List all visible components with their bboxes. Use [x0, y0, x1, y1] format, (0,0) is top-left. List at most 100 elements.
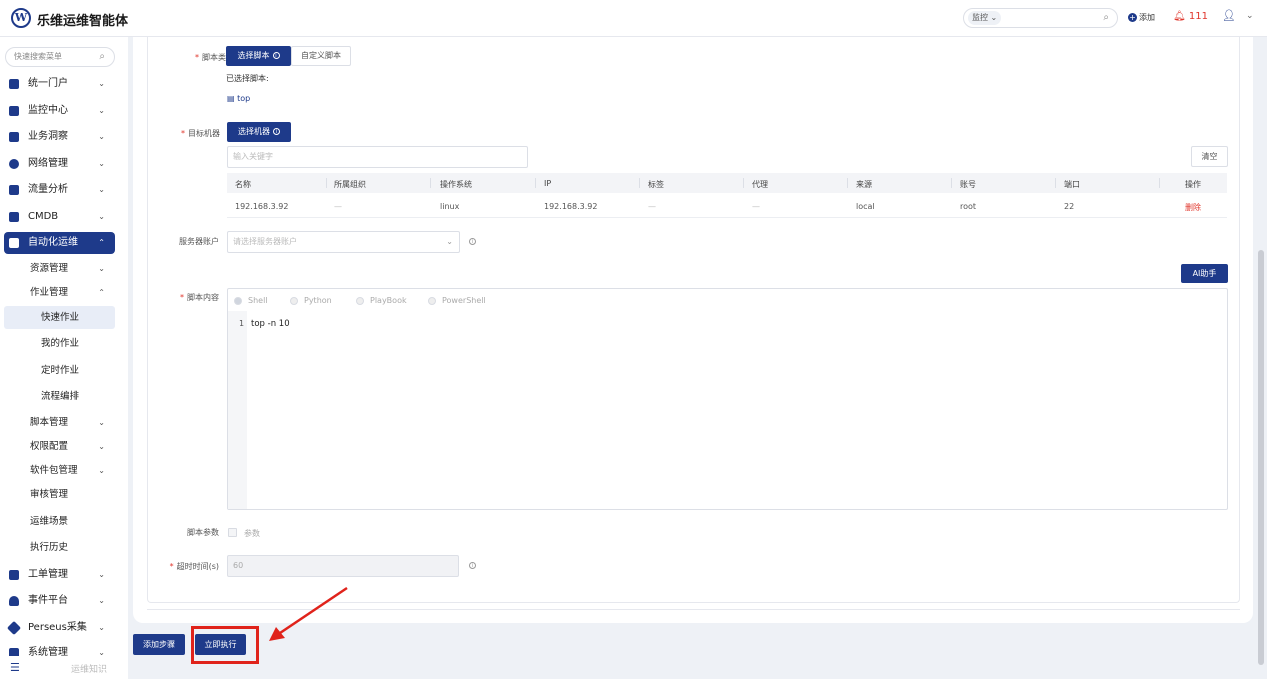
- clear-button[interactable]: 清空: [1191, 146, 1228, 167]
- keyword-input[interactable]: 输入关键字: [227, 146, 528, 168]
- table-row: 192.168.3.92 — linux 192.168.3.92 — — lo…: [227, 195, 1227, 218]
- script-params-label: 脚本参数: [187, 528, 219, 537]
- sidebar-item-label: 工单管理: [28, 569, 68, 580]
- sidebar-item-business[interactable]: 业务洞察 ⌄: [4, 126, 115, 148]
- sidebar-item-label: 自动化运维: [28, 237, 78, 248]
- chevron-down-icon: ⌄: [98, 466, 105, 475]
- sidebar-item-monitoring[interactable]: 监控中心 ⌄: [4, 100, 115, 122]
- sidebar-sub-permissions[interactable]: 权限配置 ⌄: [4, 436, 115, 458]
- chevron-down-icon: ⌄: [98, 570, 105, 579]
- scrollbar[interactable]: [1258, 250, 1264, 665]
- annotation-arrow-icon: [269, 586, 348, 641]
- lang-radio-powershell[interactable]: PowerShell: [428, 296, 486, 305]
- alerts-button[interactable]: 🔔︎ 111: [1173, 11, 1208, 22]
- col-divider: [326, 178, 327, 188]
- script-type-label: * 脚本类型: [195, 53, 234, 62]
- global-search[interactable]: 监控 ⌄ ⌕: [963, 8, 1118, 28]
- cell-org: —: [334, 202, 342, 211]
- search-scope-select[interactable]: 监控 ⌄: [968, 11, 1002, 25]
- sidebar-item-label: 流量分析: [28, 184, 68, 195]
- lang-radio-playbook[interactable]: PlayBook: [356, 296, 407, 305]
- server-account-placeholder: 请选择服务器账户: [233, 237, 297, 246]
- chevron-down-icon: ⌄: [98, 106, 105, 115]
- sidebar-item-tickets[interactable]: 工单管理 ⌄: [4, 564, 115, 586]
- sidebar-sub-label: 快速作业: [41, 312, 80, 323]
- sidebar-item-system[interactable]: 系统管理 ⌄: [4, 642, 115, 656]
- chevron-down-icon: ⌄: [98, 212, 105, 221]
- sidebar-item-perseus[interactable]: Perseus采集 ⌄: [4, 617, 115, 639]
- info-icon[interactable]: i: [469, 562, 476, 569]
- sidebar-sub-label: 作业管理: [30, 287, 69, 298]
- params-checkbox-label: 参数: [244, 529, 260, 538]
- col-name: 名称: [235, 180, 251, 189]
- cell-port: 22: [1064, 202, 1075, 211]
- select-script-button[interactable]: 选择脚本 i: [226, 46, 291, 66]
- custom-script-label: 自定义脚本: [301, 51, 341, 60]
- ai-assistant-button[interactable]: AI助手: [1181, 264, 1228, 283]
- timeout-input[interactable]: 60: [227, 555, 459, 577]
- search-icon[interactable]: ⌕: [1103, 12, 1109, 23]
- sidebar-sub-history[interactable]: 执行历史: [4, 537, 115, 559]
- sidebar-sub-jobs[interactable]: 作业管理 ⌃: [4, 282, 115, 304]
- sidebar-sub-label: 运维场景: [30, 516, 69, 527]
- cell-tags: —: [648, 202, 656, 211]
- highlight-box: [191, 626, 259, 664]
- params-checkbox[interactable]: [228, 528, 237, 537]
- home-icon: [9, 79, 19, 89]
- script-editor[interactable]: Shell Python PlayBook PowerShell 1 top -…: [227, 288, 1228, 510]
- machine-table-header: 名称 所属组织 操作系统 IP 标签 代理 来源 账号 端口 操作: [227, 173, 1227, 193]
- sidebar-sub-scripts[interactable]: 脚本管理 ⌄: [4, 412, 115, 434]
- chevron-down-icon: ⌄: [446, 237, 453, 246]
- sidebar-item-cmdb[interactable]: CMDB ⌄: [4, 206, 115, 228]
- sidebar-sub-audit[interactable]: 审核管理: [4, 484, 115, 506]
- sidebar-sub-quick-job[interactable]: 快速作业: [4, 306, 115, 329]
- radio-dot: [290, 296, 298, 305]
- delete-link[interactable]: 删除: [1185, 202, 1201, 213]
- sidebar-item-label: CMDB: [28, 211, 59, 222]
- col-divider: [951, 178, 952, 188]
- alert-count: 111: [1188, 11, 1208, 22]
- selected-script-item[interactable]: ▤ top: [227, 94, 250, 103]
- script-content-label-text: 脚本内容: [187, 293, 219, 302]
- col-port: 端口: [1064, 180, 1080, 189]
- info-icon[interactable]: i: [469, 238, 476, 245]
- search-icon[interactable]: ⌕: [99, 48, 105, 66]
- sidebar-footer-text[interactable]: 运维知识: [71, 662, 107, 675]
- sidebar-sub-scheduled-jobs[interactable]: 定时作业: [4, 359, 115, 382]
- sidebar-sub-packages[interactable]: 软件包管理 ⌄: [4, 460, 115, 482]
- sidebar-sub-resource[interactable]: 资源管理 ⌄: [4, 258, 115, 280]
- col-divider: [535, 178, 536, 188]
- sidebar-item-portal[interactable]: 统一门户 ⌄: [4, 73, 115, 95]
- col-account: 账号: [960, 180, 976, 189]
- monitor-icon: [9, 106, 19, 116]
- sidebar-item-label: 网络管理: [28, 158, 68, 169]
- app-title: 乐维运维智能体: [37, 14, 129, 29]
- sidebar-sub-my-jobs[interactable]: 我的作业: [4, 332, 115, 355]
- gear-icon: [9, 238, 19, 248]
- lang-radio-shell[interactable]: Shell: [234, 296, 268, 305]
- sidebar-item-automation[interactable]: 自动化运维 ⌃: [4, 232, 115, 254]
- chevron-down-icon: ⌄: [98, 596, 105, 605]
- sidebar-item-events[interactable]: 事件平台 ⌄: [4, 590, 115, 612]
- select-machine-button[interactable]: 选择机器 i: [227, 122, 291, 142]
- lang-radio-python[interactable]: Python: [290, 296, 332, 305]
- col-actions: 操作: [1185, 180, 1201, 189]
- menu-collapse-icon[interactable]: ☰: [10, 661, 20, 674]
- col-divider: [1055, 178, 1056, 188]
- menu-search-input[interactable]: 快速搜索菜单 ⌕: [5, 47, 115, 67]
- add-label: 添加: [1139, 13, 1155, 22]
- sidebar-item-network[interactable]: 网络管理 ⌄: [4, 153, 115, 175]
- sidebar-sub-workflow[interactable]: 流程编排: [4, 385, 115, 408]
- user-icon[interactable]: 👤︎: [1222, 9, 1236, 22]
- code-line[interactable]: top -n 10: [251, 319, 290, 329]
- diamond-icon: [6, 620, 22, 636]
- custom-script-button[interactable]: 自定义脚本: [291, 46, 351, 66]
- keyword-placeholder: 输入关键字: [233, 152, 273, 161]
- sidebar-sub-scenarios[interactable]: 运维场景: [4, 511, 115, 533]
- add-step-button[interactable]: 添加步骤: [133, 634, 185, 655]
- step-form: * 脚本类型 选择脚本 i 自定义脚本 已选择脚本: ▤ top * 目标机器 选择机…: [147, 37, 1240, 603]
- sidebar-item-traffic[interactable]: 流量分析 ⌄: [4, 179, 115, 201]
- server-account-select[interactable]: 请选择服务器账户 ⌄: [227, 231, 460, 253]
- chevron-down-icon[interactable]: ⌄: [1246, 11, 1254, 21]
- add-button[interactable]: + 添加: [1128, 12, 1155, 23]
